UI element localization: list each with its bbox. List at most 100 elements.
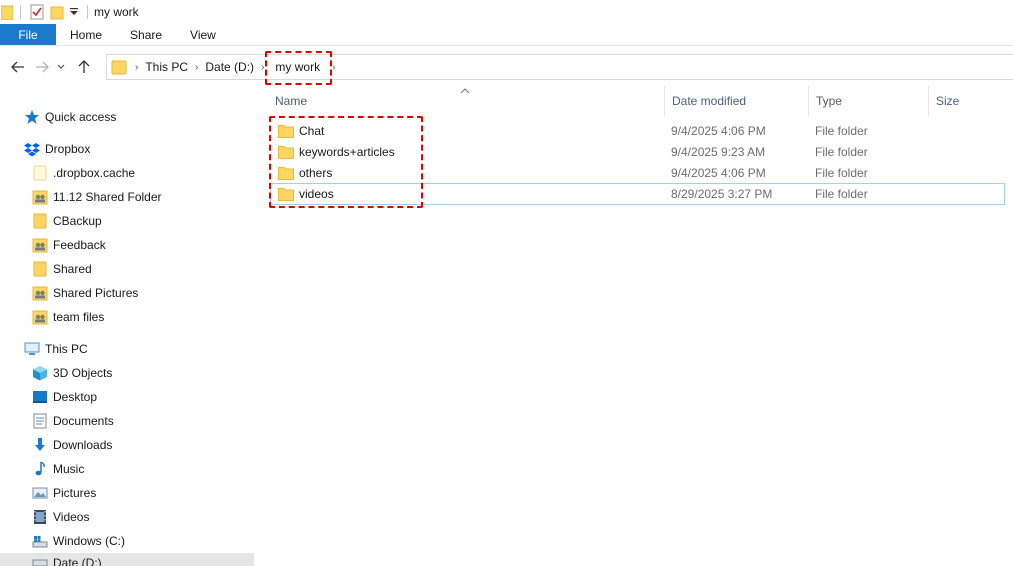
type-cell: File folder [815, 165, 868, 180]
customize-toolbar-icon[interactable] [67, 1, 81, 23]
new-folder-icon[interactable] [47, 1, 67, 23]
date-modified-cell: 9/4/2025 4:06 PM [671, 123, 766, 138]
sidebar-item-label: .dropbox.cache [53, 166, 136, 180]
sidebar-item-shared-folder[interactable]: 11.12 Shared Folder [32, 185, 162, 209]
chevron-right-icon[interactable]: › [195, 62, 198, 73]
sidebar-item-date-d[interactable]: Date (D:) [0, 553, 254, 566]
drive-icon [32, 555, 48, 566]
desktop-icon [32, 389, 48, 405]
file-name: others [299, 165, 333, 180]
navigation-pane: Quick access Dropbox .dropbox.cache 11.1… [0, 92, 254, 566]
shared-folder-icon [32, 285, 48, 301]
music-note-icon [32, 461, 48, 477]
dropbox-icon [24, 141, 40, 157]
file-name-cell: Chat [278, 124, 324, 138]
column-header-type[interactable]: Type [809, 86, 929, 116]
sidebar-item-team-files[interactable]: team files [32, 305, 104, 329]
address-bar[interactable]: › This PC › Date (D:) › my work › [106, 51, 1013, 85]
date-modified-cell: 9/4/2025 4:06 PM [671, 165, 766, 180]
toolbar-divider [87, 5, 88, 19]
chevron-right-icon[interactable]: › [332, 62, 335, 73]
up-button[interactable] [72, 55, 96, 79]
sidebar-item-cbackup[interactable]: CBackup [32, 209, 102, 233]
sidebar-item-downloads[interactable]: Downloads [32, 433, 112, 457]
navigation-bar: › This PC › Date (D:) › my work › [0, 51, 1013, 85]
sidebar-item-label: Pictures [53, 486, 97, 500]
sidebar-item-this-pc[interactable]: This PC [24, 337, 88, 361]
forward-button[interactable] [30, 55, 54, 79]
tab-share[interactable]: Share [116, 24, 176, 45]
arrow-right-icon [36, 61, 49, 73]
column-header-name[interactable]: Name [268, 86, 665, 116]
back-button[interactable] [6, 55, 30, 79]
folder-icon [111, 59, 127, 75]
window-title: my work [94, 5, 139, 19]
type-cell: File folder [815, 144, 868, 159]
sidebar-item-label: Shared Pictures [53, 286, 139, 300]
sidebar-item-quick-access[interactable]: Quick access [24, 105, 116, 129]
breadcrumb-my-work[interactable]: my work [265, 51, 332, 85]
sidebar-item-videos[interactable]: Videos [32, 505, 89, 529]
sidebar-item-desktop[interactable]: Desktop [32, 385, 97, 409]
sidebar-item-label: Quick access [45, 110, 117, 124]
breadcrumb-this-pc[interactable]: This PC [145, 60, 188, 74]
file-name-cell: others [278, 166, 332, 180]
shared-folder-icon [32, 309, 48, 325]
properties-icon[interactable] [27, 1, 47, 23]
sidebar-item-label: This PC [45, 342, 88, 356]
ribbon-tabs: File Home Share View [0, 24, 1013, 46]
folder-icon [0, 1, 14, 23]
file-name: keywords+articles [299, 144, 395, 159]
sidebar-item-dropbox[interactable]: Dropbox [24, 137, 90, 161]
table-row[interactable]: videos 8/29/2025 3:27 PM File folder [270, 183, 1005, 205]
recent-locations-button[interactable] [54, 55, 68, 79]
sidebar-item-pictures[interactable]: Pictures [32, 481, 96, 505]
sidebar-item-shared-pictures[interactable]: Shared Pictures [32, 281, 138, 305]
sidebar-item-label: Documents [53, 414, 114, 428]
chevron-right-icon[interactable]: › [135, 62, 138, 73]
chevron-right-icon[interactable]: › [261, 62, 264, 73]
sidebar-item-documents[interactable]: Documents [32, 409, 114, 433]
table-row[interactable]: Chat 9/4/2025 4:06 PM File folder [270, 120, 1005, 141]
date-modified-cell: 9/4/2025 9:23 AM [671, 144, 766, 159]
download-icon [32, 437, 48, 453]
sidebar-item-label: Desktop [53, 390, 98, 404]
folder-icon [32, 165, 48, 181]
sidebar-item-label: Windows (C:) [53, 534, 126, 548]
sidebar-item-music[interactable]: Music [32, 457, 84, 481]
sidebar-item-label: Shared [53, 262, 92, 276]
picture-icon [32, 485, 48, 501]
folder-icon [278, 124, 294, 138]
sidebar-item-label: Downloads [53, 438, 113, 452]
sidebar-item-label: team files [53, 310, 105, 324]
sidebar-item-shared[interactable]: Shared [32, 257, 92, 281]
sidebar-item-3d-objects[interactable]: 3D Objects [32, 361, 112, 385]
shared-folder-icon [32, 237, 48, 253]
sidebar-item-dropbox-cache[interactable]: .dropbox.cache [32, 161, 135, 185]
folder-icon [278, 188, 294, 201]
sidebar-item-windows-c[interactable]: Windows (C:) [32, 529, 125, 553]
arrow-left-icon [11, 61, 24, 73]
column-header-date-modified[interactable]: Date modified [665, 86, 809, 116]
file-list: Name Date modified Type Size Chat 9/4/20… [264, 86, 1013, 566]
tab-home[interactable]: Home [56, 24, 116, 45]
tab-view[interactable]: View [176, 24, 230, 45]
breadcrumb-drive-d[interactable]: Date (D:) [205, 60, 254, 74]
sidebar-item-label: CBackup [53, 214, 102, 228]
tab-file[interactable]: File [0, 24, 56, 45]
file-name: videos [299, 187, 334, 201]
table-row[interactable]: others 9/4/2025 4:06 PM File folder [270, 162, 1005, 183]
title-bar: my work [0, 0, 1013, 24]
table-row[interactable]: keywords+articles 9/4/2025 9:23 AM File … [270, 141, 1005, 162]
sidebar-item-label: Videos [53, 510, 90, 524]
column-header-size[interactable]: Size [929, 86, 1009, 116]
chevron-down-icon [57, 64, 65, 69]
sidebar-item-label: Dropbox [45, 142, 91, 156]
sidebar-item-label: Music [53, 462, 85, 476]
sidebar-item-label: 11.12 Shared Folder [53, 190, 162, 204]
computer-icon [24, 341, 40, 357]
star-icon [24, 109, 40, 125]
file-name-cell: keywords+articles [278, 145, 395, 159]
sidebar-item-feedback[interactable]: Feedback [32, 233, 106, 257]
document-icon [32, 413, 48, 429]
